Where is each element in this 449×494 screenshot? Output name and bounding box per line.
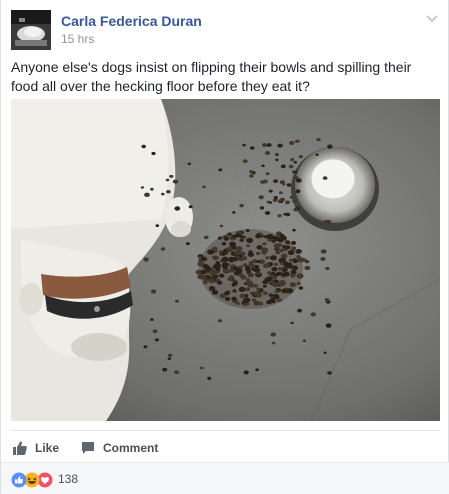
post-timestamp[interactable]: 15 hrs: [61, 32, 94, 46]
feed-post: Carla Federica Duran 15 hrs Anyone else'…: [0, 0, 449, 494]
post-actions: Like Comment: [11, 430, 440, 462]
author-avatar[interactable]: [11, 10, 51, 50]
avatar-image: [11, 10, 51, 50]
post-photo[interactable]: [11, 99, 440, 421]
reaction-count[interactable]: 138: [58, 472, 78, 486]
like-button[interactable]: Like: [13, 440, 59, 456]
comment-button[interactable]: Comment: [81, 440, 158, 456]
like-label: Like: [35, 441, 60, 455]
post-text: Anyone else's dogs insist on flipping th…: [11, 59, 412, 94]
reactions-bar: 138: [1, 462, 449, 494]
like-reaction-icon: [10, 471, 27, 488]
photo-image: [11, 99, 440, 421]
author-name[interactable]: Carla Federica Duran: [61, 13, 202, 29]
thumbs-up-icon: [13, 441, 27, 455]
post-header: Carla Federica Duran 15 hrs: [11, 10, 440, 50]
comment-label: Comment: [103, 441, 159, 455]
comment-icon: [82, 442, 94, 454]
reaction-icons[interactable]: [10, 471, 54, 488]
chevron-down-icon[interactable]: [424, 10, 440, 26]
